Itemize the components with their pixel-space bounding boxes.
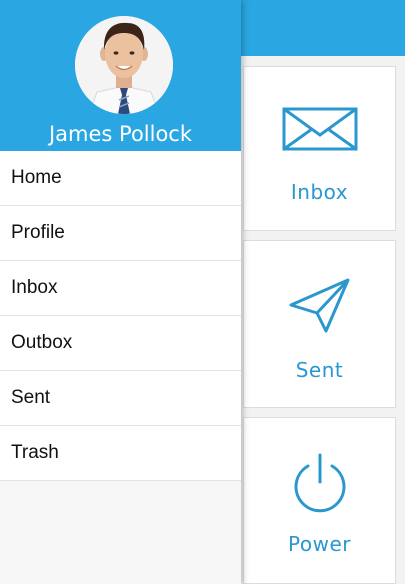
power-icon xyxy=(244,452,395,519)
power-tile[interactable]: Power xyxy=(243,417,396,584)
menu-item-profile[interactable]: Profile xyxy=(0,206,241,261)
user-name: James Pollock xyxy=(48,122,193,146)
menu-item-trash[interactable]: Trash xyxy=(0,426,241,481)
sent-tile[interactable]: Sent xyxy=(243,240,396,408)
inbox-tile-label: Inbox xyxy=(290,180,349,204)
drawer-menu: Home Profile Inbox Outbox Sent Trash xyxy=(0,151,241,481)
menu-item-inbox[interactable]: Inbox xyxy=(0,261,241,316)
menu-item-home[interactable]: Home xyxy=(0,151,241,206)
menu-item-outbox[interactable]: Outbox xyxy=(0,316,241,371)
sent-tile-label: Sent xyxy=(295,358,344,382)
drawer-header: James Pollock xyxy=(0,0,241,151)
power-tile-label: Power xyxy=(288,532,351,556)
avatar[interactable] xyxy=(75,16,173,114)
inbox-tile[interactable]: Inbox xyxy=(243,66,396,231)
navigation-drawer: James Pollock Home Profile Inbox Outbox … xyxy=(0,0,241,584)
envelope-icon xyxy=(244,107,395,156)
menu-item-sent[interactable]: Sent xyxy=(0,371,241,426)
paper-plane-icon xyxy=(244,277,395,340)
